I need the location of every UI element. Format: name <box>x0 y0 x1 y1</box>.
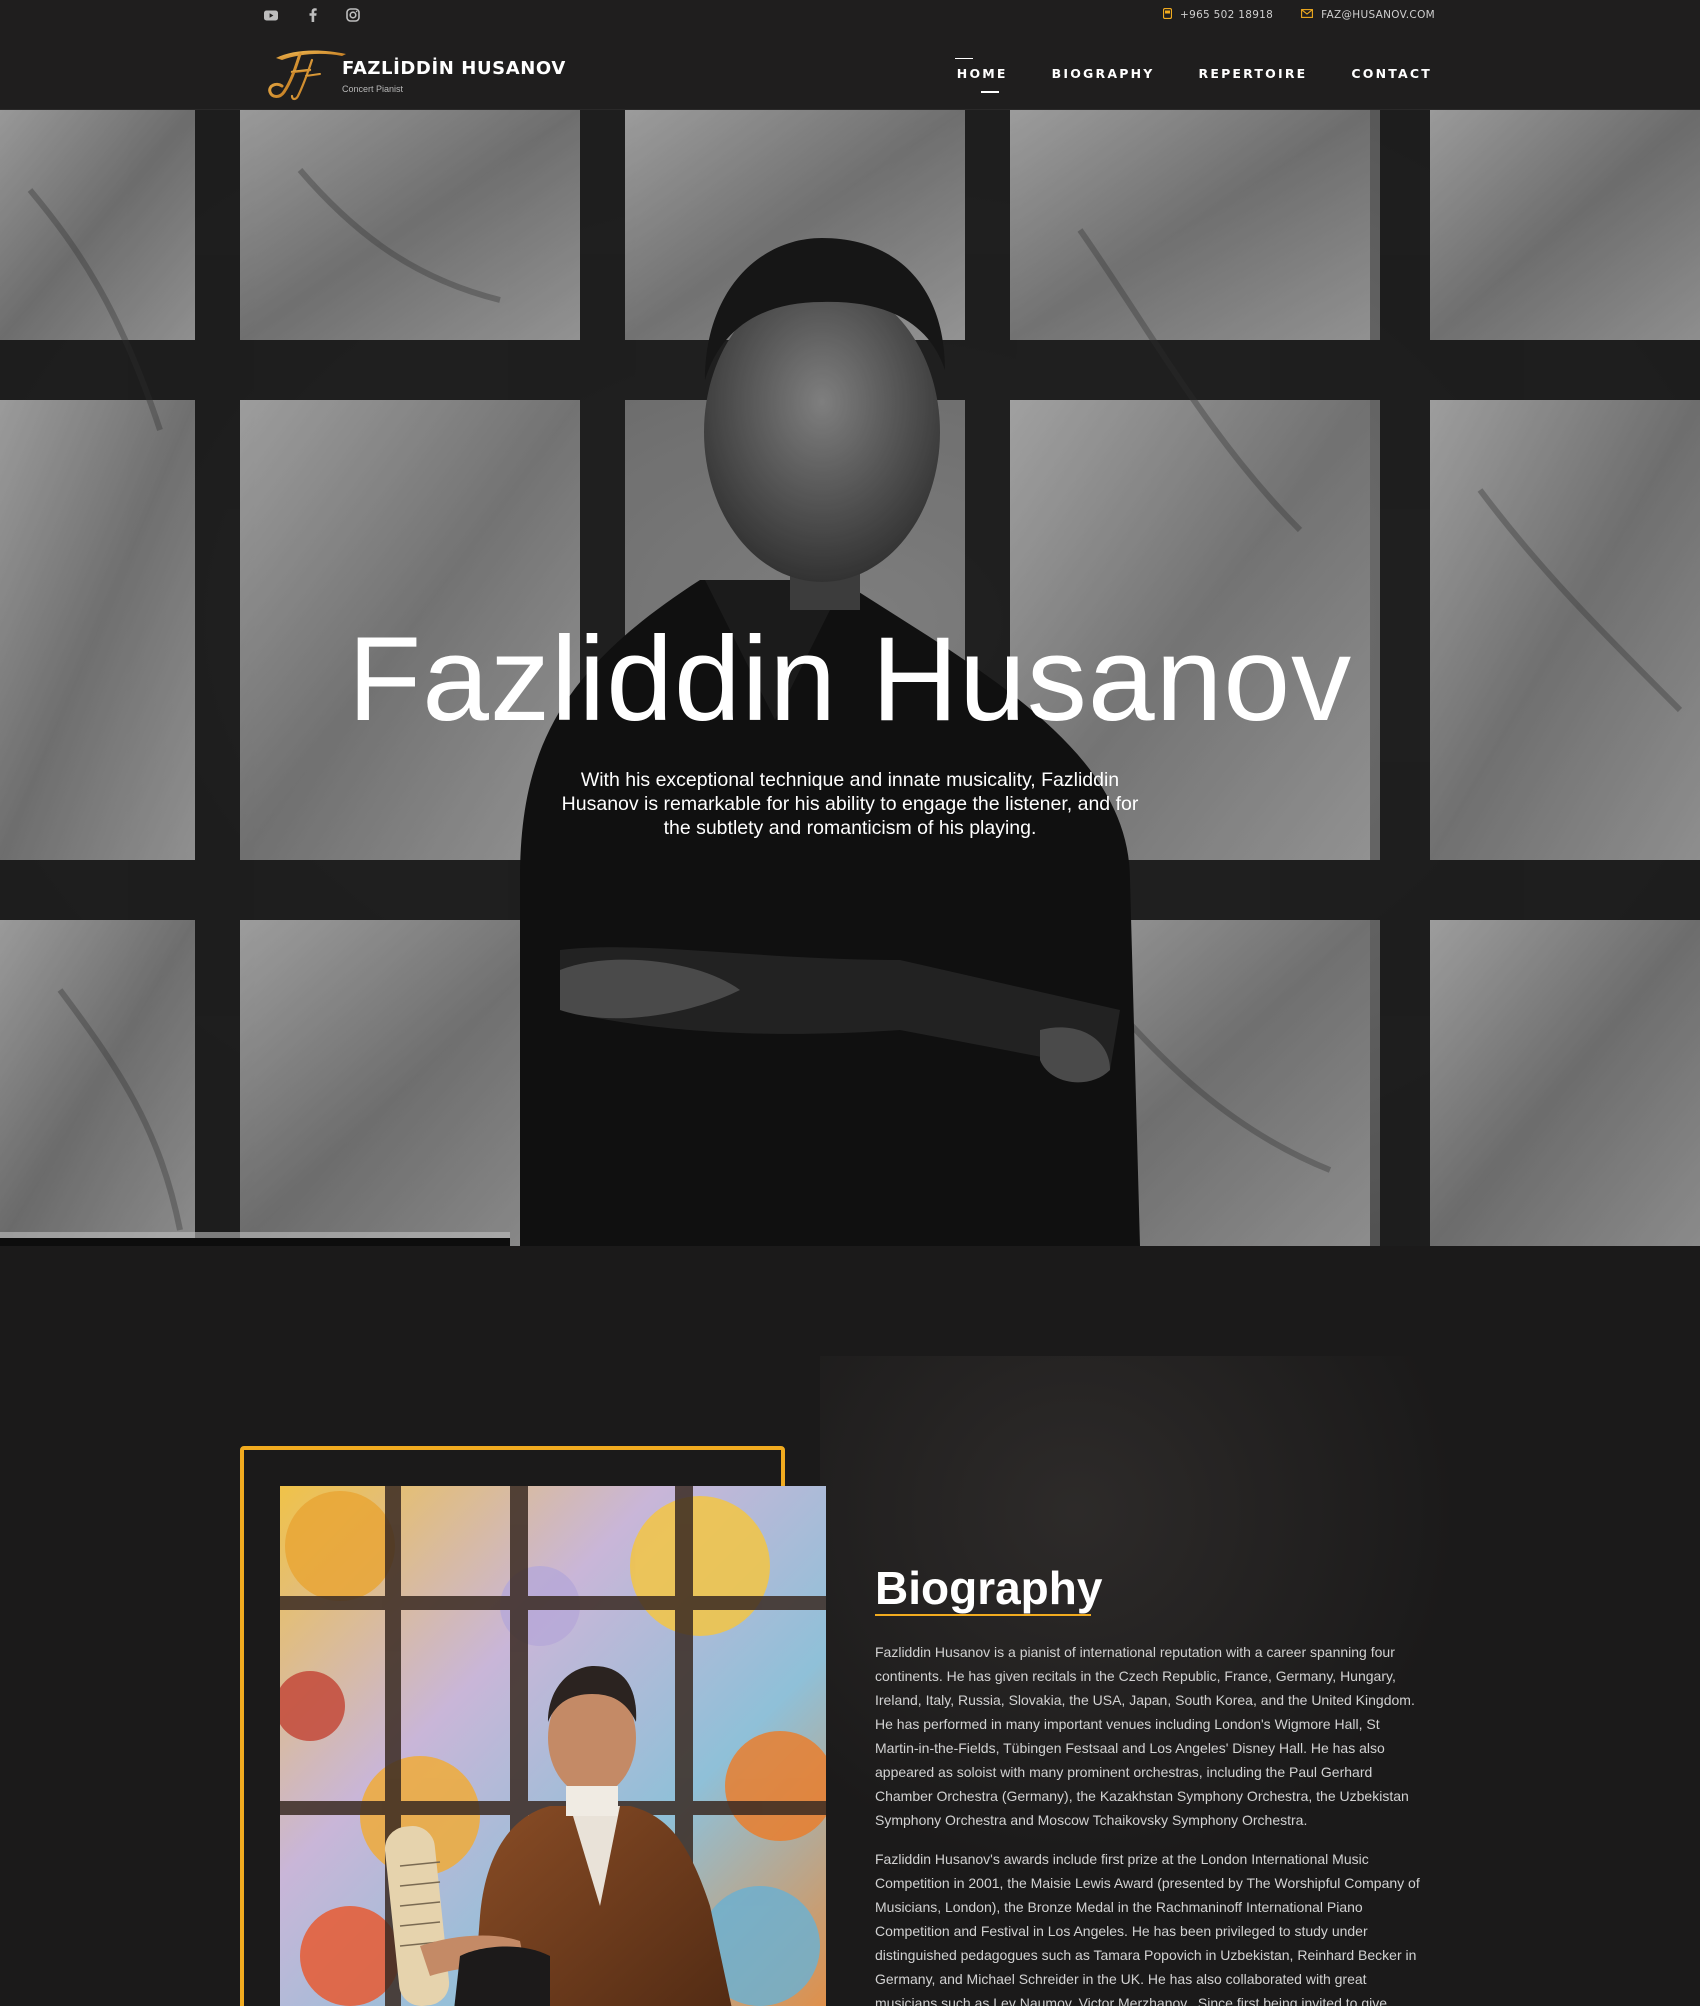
facebook-icon[interactable] <box>304 6 322 24</box>
site-header: +965 502 18918 FAZ@HUSANOV.COM FAZLİDDİN… <box>0 0 1700 110</box>
phone-icon <box>1162 7 1173 22</box>
contact-info: +965 502 18918 FAZ@HUSANOV.COM <box>1162 7 1435 22</box>
biography-paragraph: Fazliddin Husanov's awards include first… <box>875 1851 1420 2006</box>
biography-heading-underline <box>875 1614 1091 1616</box>
hero-title: Fazliddin Husanov <box>347 612 1353 746</box>
phone-number: +965 502 18918 <box>1179 9 1274 21</box>
email-item[interactable]: FAZ@HUSANOV.COM <box>1301 9 1435 21</box>
youtube-icon[interactable] <box>262 6 280 24</box>
biography-portrait-image <box>280 1486 826 2006</box>
biography-photo <box>280 1486 826 2006</box>
logo-subtitle: Concert Pianist <box>342 84 404 94</box>
nav-contact[interactable]: CONTACT <box>1349 66 1434 81</box>
logo-name: FAZLİDDİN HUSANOV <box>342 58 566 79</box>
biography-paragraph: Fazliddin Husanov is a pianist of intern… <box>875 1644 1415 1828</box>
nav-biography[interactable]: BIOGRAPHY <box>1050 66 1157 81</box>
nav-repertoire[interactable]: REPERTOIRE <box>1197 66 1310 81</box>
logo-monogram-icon <box>268 50 346 101</box>
hero-subtitle: With his exceptional technique and innat… <box>561 769 1139 839</box>
social-links <box>262 6 362 24</box>
biography-section: Biography Fazliddin Husanov is a pianist… <box>0 1246 1700 2006</box>
main-nav: HOME BIOGRAPHY REPERTOIRE CONTACT <box>954 58 1434 93</box>
instagram-icon[interactable] <box>344 6 362 24</box>
phone-item[interactable]: +965 502 18918 <box>1162 7 1274 22</box>
envelope-icon <box>1301 9 1314 21</box>
email-address: FAZ@HUSANOV.COM <box>1321 9 1435 21</box>
hero-section: Fazliddin Husanov With his exceptional t… <box>0 110 1700 1246</box>
site-logo[interactable]: FAZLİDDİN HUSANOV Concert Pianist <box>262 46 565 102</box>
nav-home[interactable]: HOME <box>954 58 1010 93</box>
biography-heading: Biography <box>875 1562 1103 1614</box>
